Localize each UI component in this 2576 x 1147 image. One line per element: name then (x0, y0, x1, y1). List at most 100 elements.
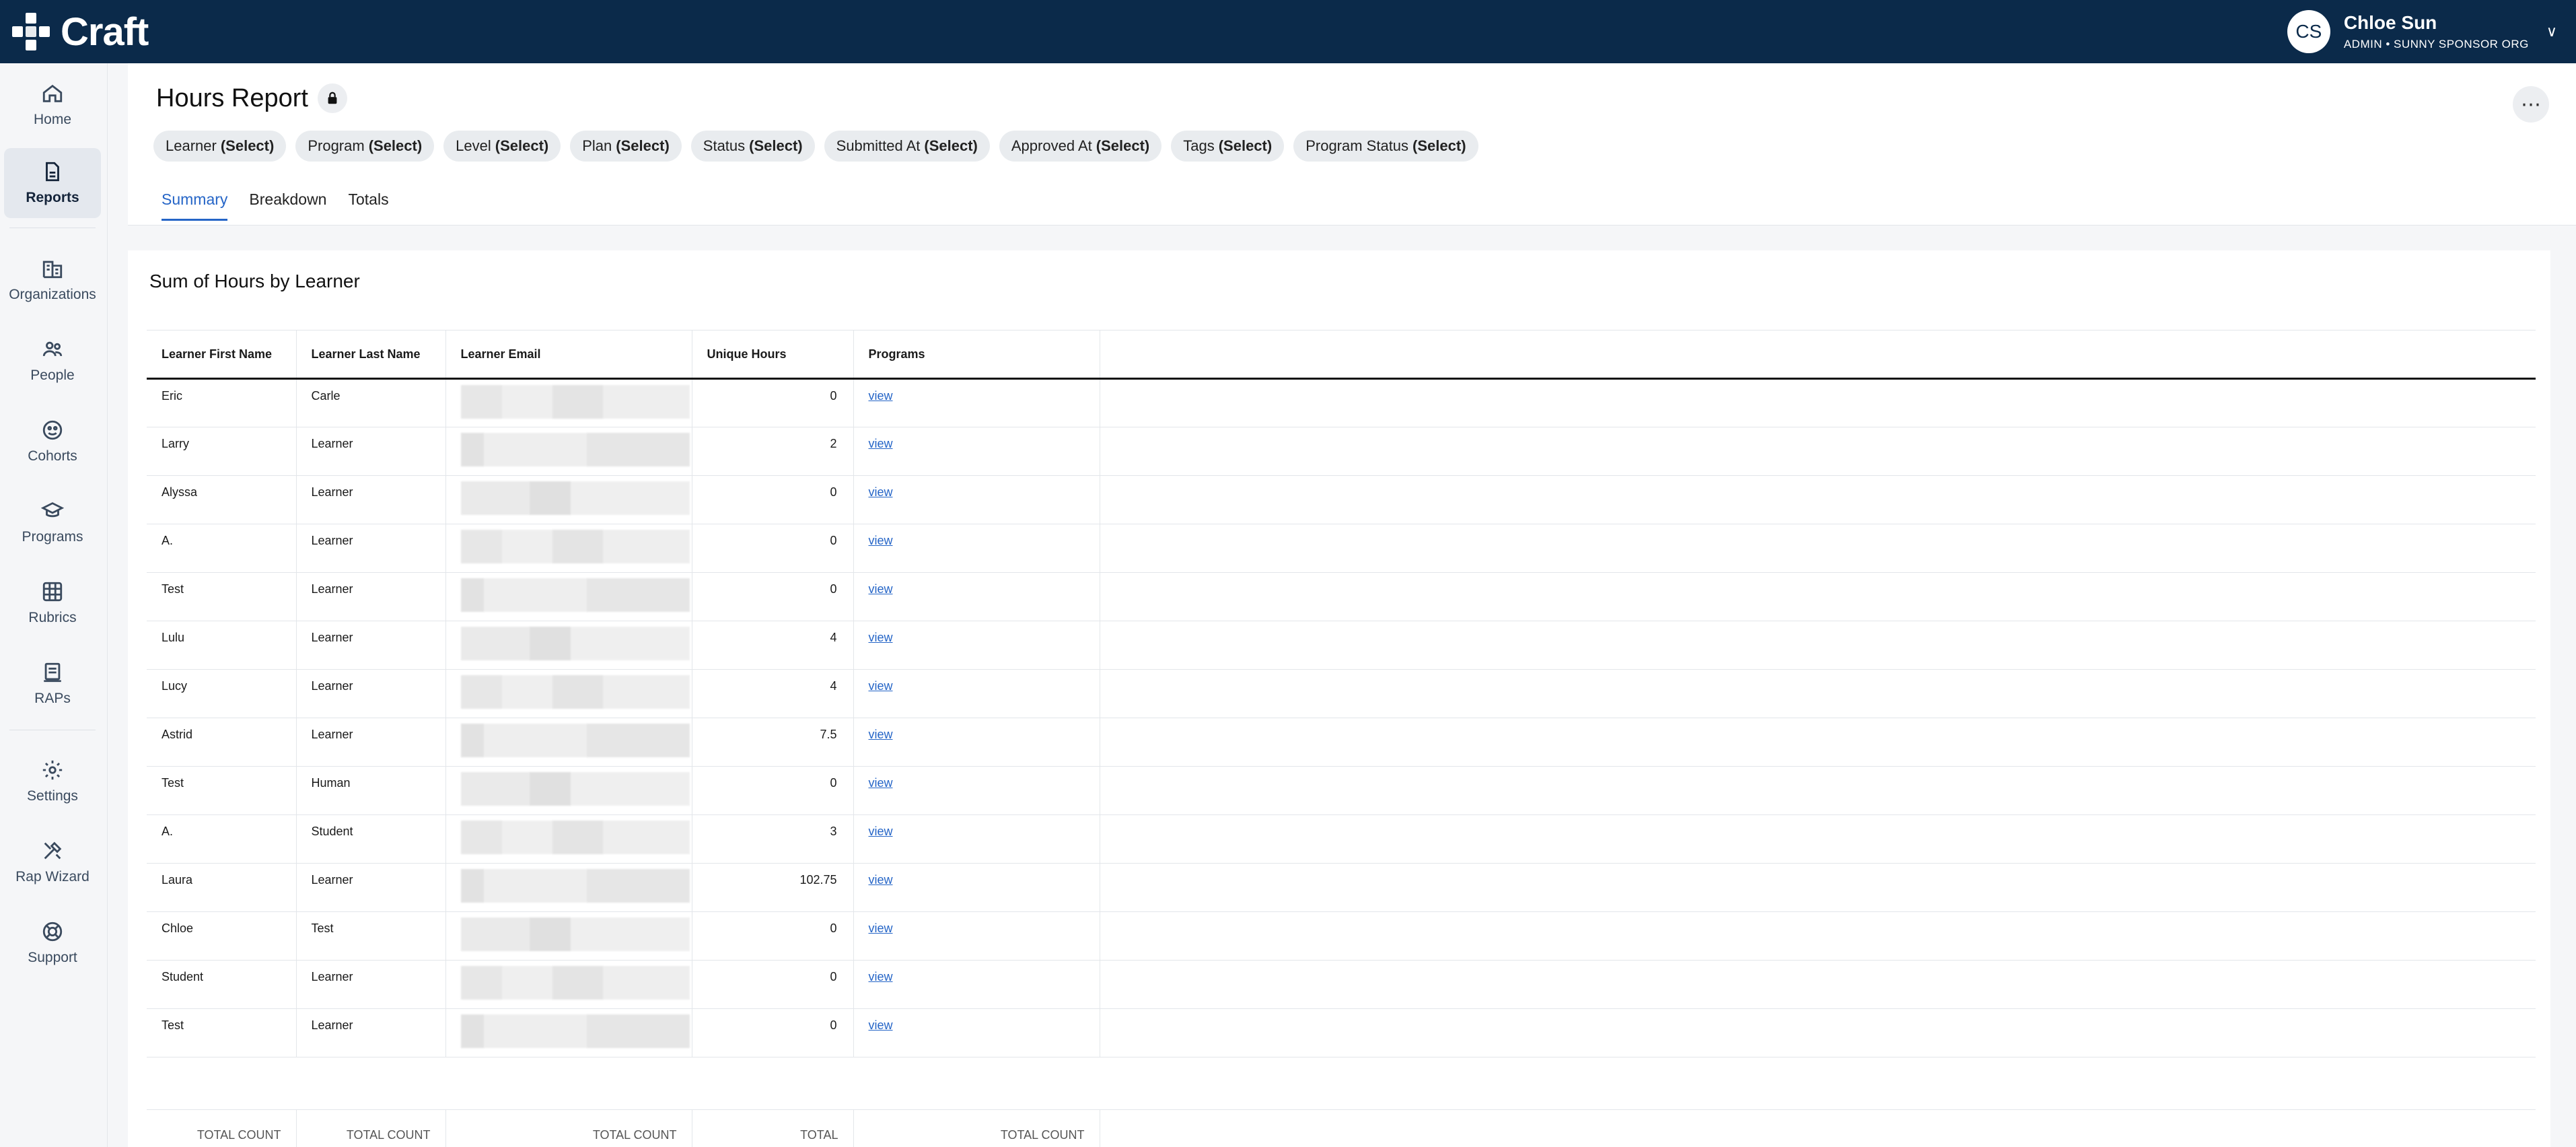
table-row: Test Human 0 view (147, 766, 2536, 815)
filter-label: Plan (582, 137, 612, 154)
programs-cell: view (853, 669, 1100, 718)
sidebar-item-settings[interactable]: Settings (4, 746, 101, 816)
sidebar-item-support[interactable]: Support (4, 908, 101, 978)
view-programs-link[interactable]: view (869, 1018, 893, 1032)
filter-value: (Select) (495, 137, 549, 154)
sidebar-item-organizations[interactable]: Organizations (4, 245, 101, 315)
column-header[interactable]: Unique Hours (692, 330, 854, 380)
table-row: Chloe Test 0 view (147, 911, 2536, 961)
filter-chip-status[interactable]: Status (Select) (690, 131, 815, 162)
redacted-email-blur (460, 966, 690, 1000)
learner-email-redacted (445, 960, 692, 1009)
programs-cell: view (853, 427, 1100, 476)
tab-totals[interactable]: Totals (348, 178, 388, 221)
learner-first-name: Eric (147, 378, 297, 427)
filter-chip-plan[interactable]: Plan (Select) (570, 131, 682, 162)
sidebar-item-label: Programs (22, 529, 83, 545)
empty-cell (1100, 718, 2536, 767)
redacted-email-blur (460, 772, 690, 806)
column-header[interactable]: Learner Email (445, 330, 692, 380)
report-icon (46, 162, 59, 182)
view-programs-link[interactable]: view (869, 970, 893, 983)
column-header[interactable]: Learner First Name (147, 330, 297, 380)
column-header[interactable]: Programs (853, 330, 1100, 380)
unique-hours: 0 (692, 1008, 854, 1057)
table-row: Alyssa Learner 0 view (147, 475, 2536, 524)
view-programs-link[interactable]: view (869, 679, 893, 693)
filter-chip-submitted-at[interactable]: Submitted At (Select) (824, 131, 990, 162)
empty-cell (1100, 863, 2536, 912)
filter-chip-tags[interactable]: Tags (Select) (1171, 131, 1285, 162)
learner-last-name: Learner (296, 960, 446, 1009)
sidebar-item-label: Rubrics (28, 610, 77, 625)
learner-email-redacted (445, 427, 692, 476)
filter-label: Program Status (1305, 137, 1409, 154)
sidebar-item-rubrics[interactable]: Rubrics (4, 568, 101, 638)
view-programs-link[interactable]: view (869, 825, 893, 838)
filter-chip-program-status[interactable]: Program Status (Select) (1293, 131, 1478, 162)
craft-logo[interactable]: Craft (9, 9, 149, 55)
redacted-email-blur (460, 433, 690, 466)
learner-email-redacted (445, 814, 692, 864)
sidebar-item-people[interactable]: People (4, 326, 101, 396)
sidebar-item-cohorts[interactable]: Cohorts (4, 407, 101, 477)
filter-chip-level[interactable]: Level (Select) (443, 131, 561, 162)
learner-last-name: Learner (296, 475, 446, 524)
learner-first-name: Laura (147, 863, 297, 912)
learner-first-name: Test (147, 572, 297, 621)
chevron-down-icon[interactable]: ∨ (2546, 23, 2557, 40)
lock-icon[interactable] (317, 83, 347, 113)
unique-hours: 0 (692, 766, 854, 815)
sidebar-item-label: People (30, 368, 75, 383)
filter-value: (Select) (1096, 137, 1150, 154)
filter-value: (Select) (924, 137, 978, 154)
sidebar-item-label: Cohorts (28, 448, 77, 464)
home-icon (42, 84, 63, 102)
filter-chip-learner[interactable]: Learner (Select) (153, 131, 287, 162)
sidebar-item-home[interactable]: Home (4, 70, 101, 140)
view-programs-link[interactable]: view (869, 631, 893, 644)
sidebar-item-raps[interactable]: RAPs (4, 649, 101, 719)
unique-hours: 7.5 (692, 718, 854, 767)
view-programs-link[interactable]: view (869, 485, 893, 499)
learner-first-name: Lucy (147, 669, 297, 718)
learner-email-redacted (445, 475, 692, 524)
view-programs-link[interactable]: view (869, 582, 893, 596)
learner-email-redacted (445, 1008, 692, 1057)
tab-breakdown[interactable]: Breakdown (249, 178, 326, 221)
learner-email-redacted (445, 766, 692, 815)
sidebar-item-reports[interactable]: Reports (4, 148, 101, 218)
table-header-row: Learner First Name Learner Last Name Lea… (147, 330, 2536, 380)
view-programs-link[interactable]: view (869, 437, 893, 450)
learner-last-name: Learner (296, 718, 446, 767)
column-header[interactable]: Learner Last Name (296, 330, 446, 380)
view-programs-link[interactable]: view (869, 389, 893, 403)
learner-first-name: A. (147, 814, 297, 864)
filter-chip-approved-at[interactable]: Approved At (Select) (999, 131, 1162, 162)
table-row: Student Learner 0 view (147, 960, 2536, 1009)
programs-cell: view (853, 475, 1100, 524)
sidebar-item-programs[interactable]: Programs (4, 487, 101, 557)
filter-label: Tags (1183, 137, 1215, 154)
sidebar-item-rap-wizard[interactable]: Rap Wizard (4, 827, 101, 897)
view-programs-link[interactable]: view (869, 873, 893, 887)
top-bar: Craft CS Chloe Sun ADMIN • SUNNY SPONSOR… (0, 0, 2576, 63)
filter-chip-program[interactable]: Program (Select) (295, 131, 435, 162)
view-programs-link[interactable]: view (869, 728, 893, 741)
learner-first-name: Alyssa (147, 475, 297, 524)
tab-summary[interactable]: Summary (162, 178, 228, 221)
view-programs-link[interactable]: view (869, 776, 893, 790)
cohort-icon (42, 420, 63, 440)
view-programs-link[interactable]: view (869, 922, 893, 935)
user-menu[interactable]: CS Chloe Sun ADMIN • SUNNY SPONSOR ORG ∨ (2287, 8, 2557, 55)
filter-label: Status (703, 137, 746, 154)
view-programs-link[interactable]: view (869, 534, 893, 547)
learner-email-redacted (445, 911, 692, 961)
unique-hours: 0 (692, 572, 854, 621)
footer-total-label: TOTAL COUNT (147, 1109, 297, 1147)
unique-hours: 0 (692, 911, 854, 961)
learner-last-name: Human (296, 766, 446, 815)
more-options-button[interactable]: ⋯ (2513, 86, 2549, 123)
sidebar-item-label: Support (28, 950, 77, 965)
table-row: Lucy Learner 4 view (147, 669, 2536, 718)
